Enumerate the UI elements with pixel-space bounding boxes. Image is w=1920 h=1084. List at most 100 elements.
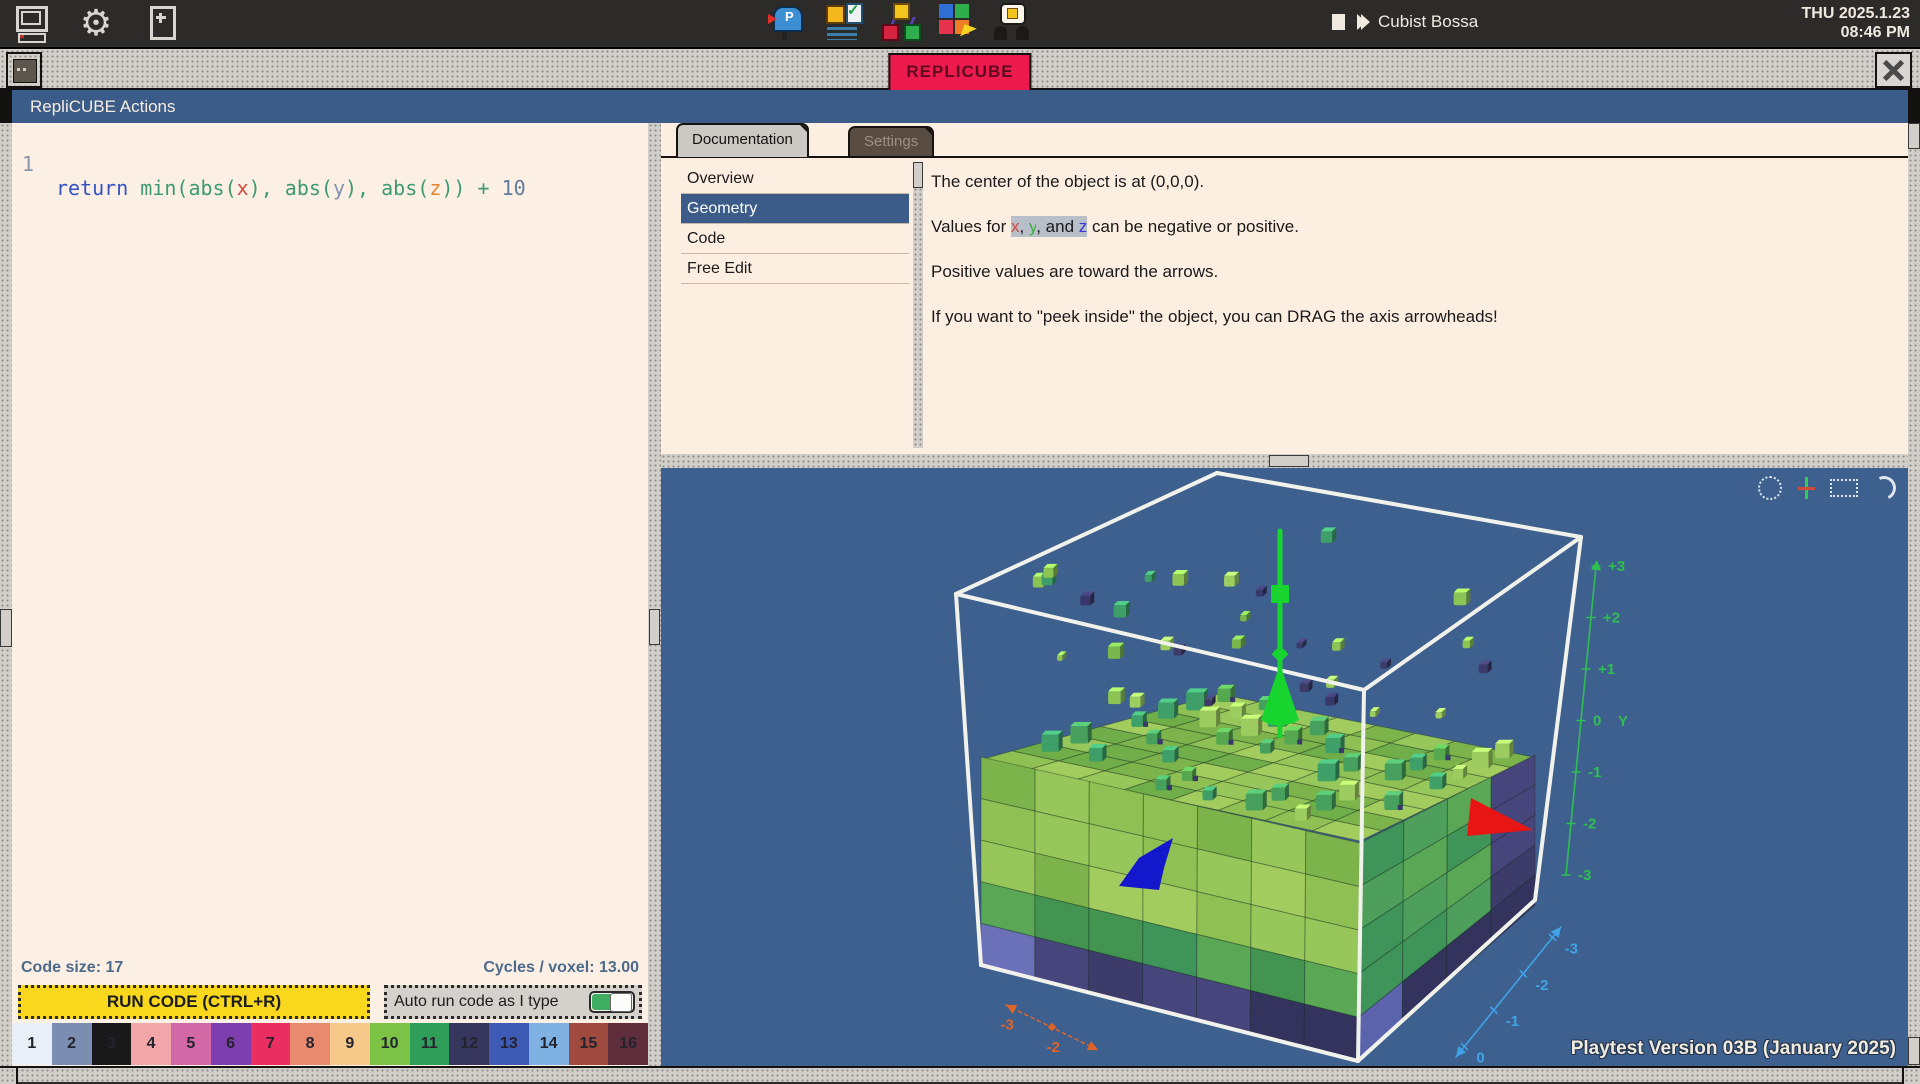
- version-label: Playtest Version 03B (January 2025): [1571, 1038, 1896, 1060]
- close-button[interactable]: [1875, 52, 1912, 88]
- y-axis-arrowhead[interactable]: [1261, 531, 1299, 736]
- vertical-splitter-grip[interactable]: [649, 609, 660, 645]
- orbit-view-icon[interactable]: [1758, 476, 1782, 500]
- right-edge-handle-bottom[interactable]: [1908, 1037, 1920, 1065]
- stop-icon[interactable]: [1332, 14, 1345, 30]
- palette-swatch-number: 15: [579, 1035, 597, 1052]
- svg-text:0: 0: [1593, 713, 1601, 730]
- svg-text:-1: -1: [1506, 1013, 1519, 1030]
- autorun-toggle[interactable]: [589, 991, 635, 1013]
- window-title-bar[interactable]: RepliCUBE Actions: [12, 90, 1908, 123]
- code-editor-panel[interactable]: 1 return min(abs(x), abs(y), abs(z)) + 1…: [12, 123, 648, 1066]
- palette-swatch-6[interactable]: 6: [211, 1023, 251, 1065]
- vertical-splitter[interactable]: [648, 123, 661, 1066]
- horizontal-splitter[interactable]: [661, 454, 1908, 468]
- palette-swatch-16[interactable]: 16: [608, 1023, 648, 1065]
- doc-divider[interactable]: [913, 162, 923, 448]
- palette-swatch-number: 4: [147, 1035, 156, 1052]
- palette-swatch-13[interactable]: 13: [489, 1023, 529, 1065]
- palette-swatch-14[interactable]: 14: [529, 1023, 569, 1065]
- doc-nav-overview[interactable]: Overview: [681, 164, 909, 194]
- new-file-icon[interactable]: [142, 3, 182, 43]
- code-token: +: [477, 176, 489, 200]
- palette-swatch-number: 16: [619, 1035, 637, 1052]
- code-token: z: [429, 176, 441, 200]
- code-size-label: Code size: 17: [21, 959, 123, 977]
- doc-nav-geometry[interactable]: Geometry: [681, 194, 909, 224]
- cube-network-icon[interactable]: [880, 2, 920, 42]
- palette-swatch-9[interactable]: 9: [330, 1023, 370, 1065]
- doc-paragraph: Values for x, y, and z can be negative o…: [931, 217, 1891, 237]
- palette-swatch-2[interactable]: 2: [52, 1023, 92, 1065]
- palette-swatch-7[interactable]: 7: [251, 1023, 291, 1065]
- window-menu-box[interactable]: [6, 52, 42, 88]
- reset-rotation-icon[interactable]: [1869, 473, 1900, 504]
- gear-icon[interactable]: ⚙: [76, 3, 116, 43]
- palette-swatch-3[interactable]: 3: [92, 1023, 132, 1065]
- run-code-button[interactable]: RUN CODE (CTRL+R): [18, 985, 370, 1019]
- autorun-panel: Auto run code as I type: [384, 985, 642, 1019]
- palette-swatch-5[interactable]: 5: [171, 1023, 211, 1065]
- doc-divider-handle[interactable]: [913, 162, 923, 188]
- svg-text:-1: -1: [1588, 764, 1601, 781]
- date-label: THU 2025.1.23: [1801, 4, 1910, 23]
- palette-swatch-number: 9: [345, 1035, 354, 1052]
- doc-paragraph: If you want to "peek inside" the object,…: [931, 307, 1891, 327]
- tab-settings-label: Settings: [864, 133, 918, 150]
- svg-text:+1: +1: [1598, 661, 1615, 678]
- palette-swatch-number: 8: [306, 1035, 315, 1052]
- code-token: 10: [490, 176, 526, 200]
- tab-fold-corner: [799, 124, 808, 133]
- doc-nav-code[interactable]: Code: [681, 224, 909, 254]
- track-title: Cubist Bossa: [1378, 12, 1478, 32]
- autorun-label: Auto run code as I type: [394, 993, 559, 1011]
- code-line[interactable]: 1 return min(abs(x), abs(y), abs(z)) + 1…: [12, 128, 648, 224]
- palette-swatch-15[interactable]: 15: [569, 1023, 609, 1065]
- svg-text:+3: +3: [1608, 558, 1625, 575]
- palette-swatch-number: 10: [381, 1035, 399, 1052]
- color-grid-icon[interactable]: [936, 2, 976, 42]
- svg-text:Y: Y: [1618, 713, 1628, 730]
- mailbox-icon[interactable]: P: [768, 2, 808, 42]
- svg-text:-2: -2: [1047, 1039, 1060, 1056]
- palette-swatch-11[interactable]: 11: [410, 1023, 450, 1065]
- time-label: 08:46 PM: [1801, 23, 1910, 42]
- chat-cube-icon[interactable]: [992, 2, 1032, 42]
- window-left-edge[interactable]: [0, 123, 12, 1066]
- tab-documentation[interactable]: Documentation: [676, 123, 809, 157]
- palette-swatch-12[interactable]: 12: [449, 1023, 489, 1065]
- svg-text:+2: +2: [1603, 610, 1620, 627]
- palette-swatch-10[interactable]: 10: [370, 1023, 410, 1065]
- documentation-panel: Documentation Settings OverviewGeometryC…: [661, 123, 1908, 454]
- horizontal-splitter-grip[interactable]: [1269, 455, 1309, 467]
- palette-swatch-number: 7: [266, 1035, 275, 1052]
- svg-text:0: 0: [1476, 1050, 1484, 1066]
- bottom-left-corner-grip[interactable]: [0, 1068, 18, 1084]
- palette-swatch-4[interactable]: 4: [131, 1023, 171, 1065]
- clock: THU 2025.1.23 08:46 PM: [1801, 4, 1910, 42]
- window-right-edge[interactable]: [1908, 123, 1920, 1066]
- right-edge-handle-top[interactable]: [1908, 123, 1920, 149]
- voxel-scene[interactable]: +3+2+10-1-2-3Y-3-2-10-3-2: [661, 468, 1908, 1066]
- palette-swatch-number: 1: [27, 1035, 36, 1052]
- svg-text:-3: -3: [1578, 867, 1591, 884]
- axes-toggle-icon[interactable]: [1796, 477, 1816, 499]
- display-icon[interactable]: [10, 3, 50, 43]
- code-token: ), abs(: [249, 176, 333, 200]
- palette-swatch-8[interactable]: 8: [290, 1023, 330, 1065]
- tab-settings[interactable]: Settings: [848, 126, 934, 157]
- toggle-knob[interactable]: [610, 993, 632, 1012]
- code-token: x: [237, 176, 249, 200]
- doc-nav-free-edit[interactable]: Free Edit: [681, 254, 909, 284]
- bottom-right-corner-grip[interactable]: [1902, 1068, 1920, 1084]
- voxel-viewport[interactable]: +3+2+10-1-2-3Y-3-2-10-3-2 Playtest Versi…: [661, 468, 1908, 1066]
- cube-checklist-icon[interactable]: ✓: [824, 2, 864, 42]
- left-edge-handle[interactable]: [0, 609, 12, 647]
- palette-swatch-1[interactable]: 1: [12, 1023, 52, 1065]
- line-number: 1: [22, 152, 34, 176]
- palette-swatch-number: 14: [540, 1035, 558, 1052]
- voxel-terrain: [981, 694, 1535, 1061]
- window-tab-replicube[interactable]: REPLICUBE: [888, 53, 1031, 90]
- bounds-toggle-icon[interactable]: [1830, 479, 1858, 497]
- skip-track-icon[interactable]: [1357, 14, 1366, 30]
